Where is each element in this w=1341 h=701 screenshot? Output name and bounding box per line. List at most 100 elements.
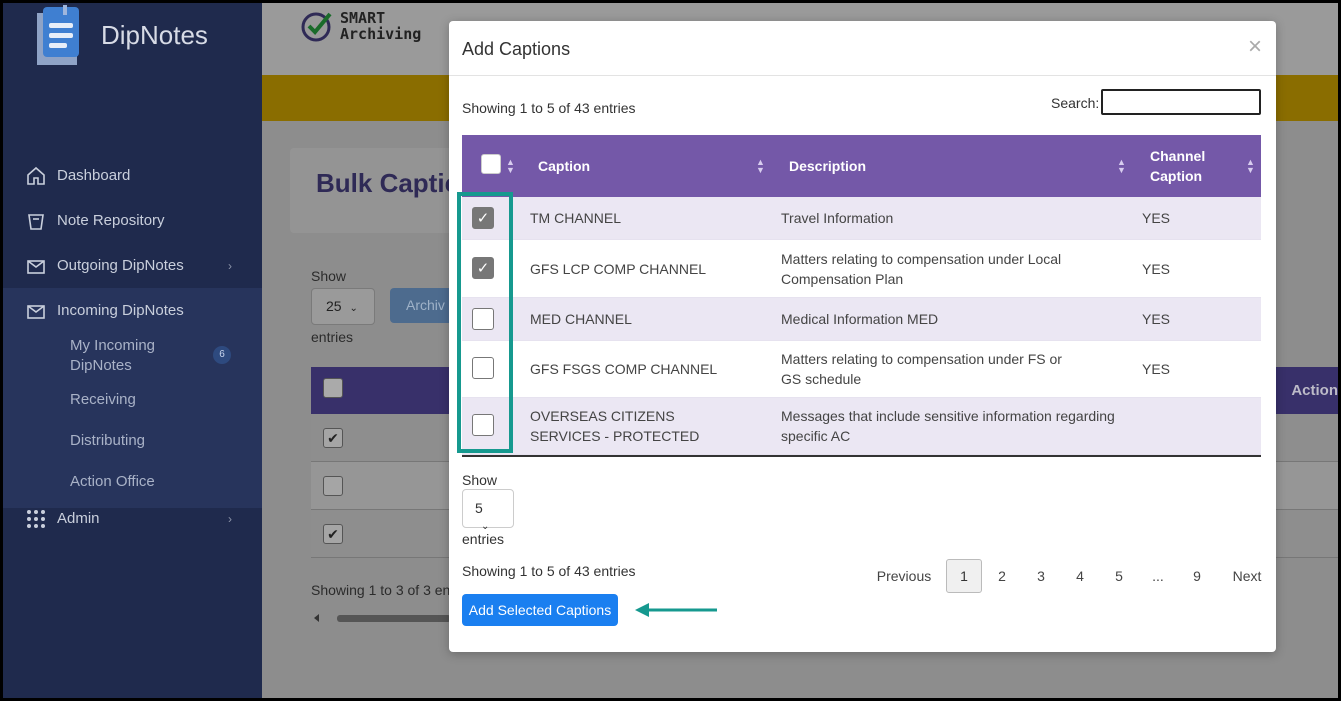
sort-icon[interactable]: ▲ ▼: [506, 158, 515, 175]
pagination: Previous 1 2 3 4 5 ... 9 Next: [864, 559, 1278, 593]
caption-cell: TM CHANNEL: [530, 210, 622, 226]
grid-icon: [25, 508, 47, 530]
arrow-left-icon: [635, 603, 717, 617]
close-icon[interactable]: ×: [1248, 33, 1262, 61]
check-circle-icon: [301, 12, 332, 42]
page-title: Bulk Captic: [316, 168, 460, 198]
dipnotes-logo-icon: [33, 5, 103, 65]
table-header: ▲ ▼ Caption ▲ ▼ Description ▲ ▼ Channel Cap…: [462, 135, 1261, 197]
sidebar-item-dashboard[interactable]: Dashboard: [3, 153, 262, 198]
caption-cell: MED CHANNEL: [530, 311, 632, 327]
chevron-right-icon: ›: [228, 511, 232, 526]
modal-header: Add Captions ×: [449, 21, 1276, 76]
select-all-checkbox[interactable]: [323, 378, 343, 398]
sidebar-item-incoming-dipnotes[interactable]: Incoming DipNotes: [3, 288, 262, 333]
description-cell: Travel Information: [781, 210, 894, 226]
table-info-bottom: Showing 1 to 5 of 43 entries: [462, 563, 636, 579]
add-captions-modal: Add Captions × Showing 1 to 5 of 43 entr…: [449, 21, 1276, 652]
sidebar-item-distributing[interactable]: Distributing: [3, 420, 262, 461]
smart-line-2: Archiving: [340, 25, 422, 43]
sidebar: DipNotes Dashboard Note Repository Outgo…: [3, 3, 262, 698]
description-cell: Matters relating to compensation under F…: [781, 351, 1062, 387]
sidebar-item-outgoing-dipnotes[interactable]: Outgoing DipNotes ›: [3, 243, 262, 288]
page-2-button[interactable]: 2: [984, 559, 1020, 593]
smart-archiving-logo: SMART Archiving: [300, 9, 421, 43]
row-checkbox[interactable]: ✔: [323, 428, 343, 448]
page-5-button[interactable]: 5: [1100, 559, 1138, 593]
table-row[interactable]: MED CHANNEL Medical Information MED YES: [462, 298, 1261, 341]
add-selected-captions-button[interactable]: Add Selected Captions: [462, 594, 618, 626]
column-header-channel-caption[interactable]: Channel Caption: [1150, 135, 1210, 197]
table-row[interactable]: ✓ GFS LCP COMP CHANNEL Matters relating …: [462, 240, 1261, 298]
caption-cell: OVERSEAS CITIZENS SERVICES - PROTECTED: [530, 408, 700, 444]
sidebar-item-receiving[interactable]: Receiving: [3, 379, 262, 420]
page-9-button[interactable]: 9: [1178, 559, 1216, 593]
chevron-right-icon: ›: [228, 258, 232, 273]
column-header-caption[interactable]: Caption: [538, 135, 590, 197]
search-label: Search:: [1051, 95, 1100, 111]
column-header-action: Action: [1291, 382, 1338, 399]
caption-cell: GFS LCP COMP CHANNEL: [530, 260, 707, 277]
ellipsis: ...: [1152, 568, 1164, 584]
sidebar-item-label: Incoming DipNotes: [57, 302, 184, 319]
page-size-select[interactable]: 25 ⌄: [311, 288, 375, 325]
search-input[interactable]: [1101, 89, 1261, 115]
show-label: Show: [462, 472, 498, 488]
page-3-button[interactable]: 3: [1022, 559, 1060, 593]
caption-cell: GFS FSGS COMP CHANNEL: [530, 361, 718, 377]
sort-icon[interactable]: ▲ ▼: [1246, 158, 1255, 175]
sidebar-item-label: My Incoming DipNotes: [70, 337, 156, 374]
screenshot-frame: DipNotes Dashboard Note Repository Outgo…: [0, 0, 1341, 701]
channel-cell: YES: [1142, 210, 1171, 226]
description-cell: Messages that include sensitive informat…: [781, 408, 1115, 444]
home-icon: [25, 165, 47, 187]
entries-label: entries: [311, 329, 354, 345]
row-checkbox[interactable]: [323, 476, 343, 496]
brand-name: DipNotes: [101, 19, 208, 50]
table-info: Showing 1 to 3 of 3 ent: [311, 582, 455, 598]
checkbox-highlight-box: [457, 192, 513, 453]
sidebar-item-label: Dashboard: [57, 167, 131, 184]
select-all-checkbox[interactable]: [481, 154, 501, 174]
captions-table: ▲ ▼ Caption ▲ ▼ Description ▲ ▼ Channel Cap…: [462, 135, 1261, 457]
table-row[interactable]: OVERSEAS CITIZENS SERVICES - PROTECTED M…: [462, 398, 1261, 455]
sidebar-item-note-repository[interactable]: Note Repository: [3, 198, 262, 243]
sort-icon[interactable]: ▲ ▼: [756, 158, 765, 175]
table-bottom-border: [462, 455, 1261, 457]
sidebar-nav: Dashboard Note Repository Outgoing DipNo…: [3, 153, 262, 508]
table-info-top: Showing 1 to 5 of 43 entries: [462, 100, 636, 116]
count-badge: 6: [213, 346, 231, 364]
sidebar-item-my-incoming[interactable]: My Incoming DipNotes 6: [3, 333, 262, 379]
horizontal-scrollbar[interactable]: [311, 612, 451, 624]
row-checkbox[interactable]: ✔: [323, 524, 343, 544]
table-row[interactable]: GFS FSGS COMP CHANNEL Matters relating t…: [462, 341, 1261, 398]
page-size-select[interactable]: 5 ⌄: [462, 489, 514, 532]
description-cell: Medical Information MED: [781, 311, 939, 327]
smart-line-1: SMART: [340, 9, 386, 27]
column-header-description[interactable]: Description: [789, 135, 866, 197]
brand[interactable]: DipNotes: [33, 5, 208, 65]
next-page-button[interactable]: Next: [1218, 559, 1276, 593]
archive-icon: [25, 210, 47, 232]
modal-title: Add Captions: [462, 39, 571, 59]
mail-in-icon: [25, 300, 47, 322]
sidebar-item-label: Receiving: [70, 391, 136, 408]
page-1-button[interactable]: 1: [946, 559, 982, 593]
mail-out-icon: [25, 255, 47, 277]
previous-page-button[interactable]: Previous: [864, 559, 944, 593]
sidebar-item-label: Admin: [57, 510, 100, 527]
channel-cell: YES: [1142, 260, 1171, 277]
entries-label: entries: [462, 531, 505, 547]
page-4-button[interactable]: 4: [1062, 559, 1098, 593]
sidebar-item-admin[interactable]: Admin ›: [3, 496, 262, 541]
sidebar-item-label: Note Repository: [57, 212, 165, 229]
channel-cell: YES: [1142, 311, 1171, 327]
incoming-submenu: My Incoming DipNotes 6 Receiving Distrib…: [3, 333, 262, 508]
sidebar-item-label: Outgoing DipNotes: [57, 257, 184, 274]
sidebar-item-label: Distributing: [70, 432, 146, 449]
channel-cell: YES: [1142, 361, 1171, 377]
show-label: Show: [311, 268, 347, 284]
sidebar-item-label: Action Office: [70, 473, 155, 490]
sort-icon[interactable]: ▲ ▼: [1117, 158, 1126, 175]
table-row[interactable]: ✓ TM CHANNEL Travel Information YES: [462, 197, 1261, 240]
